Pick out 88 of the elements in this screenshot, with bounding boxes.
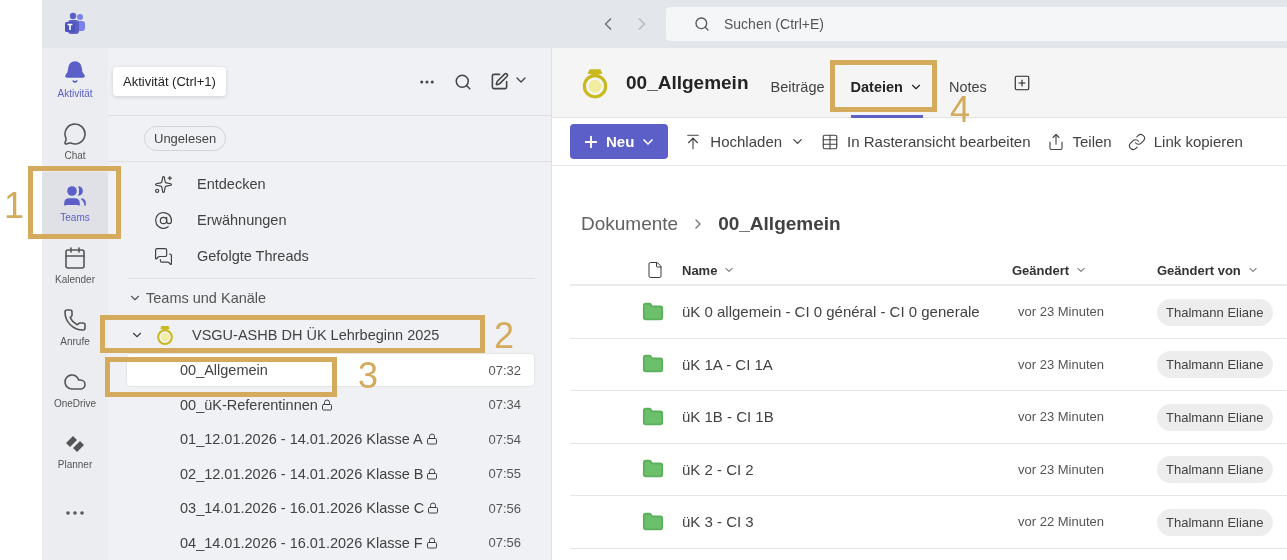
modified-cell-text: vor 23 Minuten [1018, 356, 1105, 372]
search-field[interactable]: Suchen (Ctrl+E) [666, 7, 1287, 41]
callout-number: 3 [358, 358, 379, 394]
rail-item[interactable]: Planner [42, 420, 108, 482]
modified-cell-text: vor 23 Minuten [1018, 304, 1105, 320]
rail-label: Planner [57, 458, 93, 470]
tab[interactable]: Beiträge [770, 78, 825, 95]
toolbar-button[interactable]: Link kopieren [1127, 132, 1243, 151]
grid-icon [821, 132, 840, 151]
person-chip[interactable]: Thalmann Eliane [1157, 298, 1273, 326]
file-name[interactable]: üK 1A - CI 1A [682, 355, 1018, 373]
file-name[interactable]: üK 2 - CI 2 [682, 460, 1018, 478]
breadcrumb-item[interactable]: 00_Allgemein [718, 213, 841, 235]
channel-title: 00_Allgemein [626, 71, 749, 94]
channel-name[interactable]: 00_Allgemein [180, 362, 268, 379]
toolbar-button[interactable]: In Rasteransicht bearbeiten [821, 132, 1031, 151]
tooltip: Aktivität (Ctrl+1) [113, 67, 226, 96]
search-icon [694, 16, 710, 32]
file-name[interactable]: üK 1B - CI 1B [682, 408, 1018, 426]
column-header[interactable]: Name [682, 262, 1012, 278]
modified-cell-text: vor 23 Minuten [1018, 461, 1105, 477]
file-type-icon [646, 261, 664, 279]
rail-label: Aktivität [57, 87, 93, 99]
rail-item[interactable]: OneDrive [42, 358, 108, 420]
rail-item[interactable]: Kalender [42, 234, 108, 296]
callout-number: 4 [950, 92, 971, 128]
search-placeholder: Suchen (Ctrl+E) [724, 16, 824, 32]
channel-name[interactable]: 02_12.01.2026 - 14.01.2026 Klasse B [180, 465, 424, 482]
rail-label: OneDrive [53, 397, 97, 409]
folder-icon [642, 510, 664, 533]
rail-item[interactable]: Anrufe [42, 296, 108, 358]
rail-label: Teams [60, 211, 90, 223]
at-icon [154, 210, 173, 230]
section-heading[interactable]: Teams und Kanäle [146, 290, 267, 307]
modified-cell-text: vor 23 Minuten [1018, 409, 1105, 425]
shortcut-link[interactable]: Gefolgte Threads [197, 248, 309, 264]
new-button[interactable]: Neu [570, 124, 669, 159]
file-name[interactable]: üK 0 allgemein - CI 0 général - CI 0 generale [682, 303, 1018, 321]
channel-name[interactable]: 00_üK-Referentinnen [180, 396, 318, 413]
tab[interactable]: Notes [948, 78, 987, 95]
person-chip[interactable]: Thalmann Eliane [1157, 351, 1273, 379]
search-icon[interactable] [454, 72, 472, 91]
callout-number: 2 [494, 318, 515, 354]
compose-icon[interactable] [490, 72, 509, 91]
sparkle-icon [154, 174, 173, 194]
person-chip[interactable]: Thalmann Eliane [1157, 403, 1273, 431]
channel-time: 07:54 [488, 431, 521, 447]
phone-icon [63, 307, 87, 332]
rail-item[interactable]: Aktivität [42, 48, 108, 110]
add-tab-icon[interactable] [1012, 73, 1031, 92]
rail-label: Chat [64, 149, 86, 161]
channel-name[interactable]: 04_14.01.2026 - 16.01.2026 Klasse F [180, 534, 423, 551]
app-logo[interactable] [63, 12, 87, 36]
shortcut-link[interactable]: Entdecken [197, 176, 266, 192]
team-name[interactable]: VSGU-ASHB DH ÜK Lehrbeginn 2025 [192, 327, 440, 344]
toolbar-button[interactable]: Hochladen [684, 132, 806, 151]
shortcut-link[interactable]: Erwähnungen [197, 212, 287, 228]
person-chip[interactable]: Thalmann Eliane [1157, 508, 1273, 536]
ring-icon [154, 324, 176, 347]
bell-icon [63, 59, 87, 84]
link-icon [1127, 132, 1146, 151]
channel-name[interactable]: 03_14.01.2026 - 16.01.2026 Klasse C [180, 500, 425, 517]
channel-time: 07:56 [488, 535, 521, 551]
folder-icon [642, 405, 664, 428]
rail-item[interactable]: Teams [42, 172, 108, 234]
callout-number: 1 [4, 188, 25, 224]
folder-icon [642, 300, 664, 323]
channel-time: 07:32 [488, 362, 521, 378]
share-icon [1046, 132, 1065, 151]
tab[interactable]: Dateien [850, 78, 923, 95]
rail-item[interactable]: Chat [42, 110, 108, 172]
rail-label: Anrufe [60, 335, 90, 347]
threads-icon [154, 246, 173, 266]
channel-time: 07:56 [488, 500, 521, 516]
channel-name[interactable]: 01_12.01.2026 - 14.01.2026 Klasse A [180, 431, 423, 448]
column-header[interactable]: Geändert [1012, 262, 1157, 278]
channel-time: 07:34 [488, 397, 521, 413]
breadcrumb-item[interactable]: Dokumente [581, 213, 679, 235]
channel-time: 07:55 [488, 466, 521, 482]
people-icon [63, 183, 87, 208]
column-header[interactable]: Geändert von [1157, 262, 1287, 278]
file-name[interactable]: üK 3 - CI 3 [682, 513, 1018, 531]
chat-icon [63, 121, 87, 146]
person-chip[interactable]: Thalmann Eliane [1157, 456, 1273, 484]
modified-cell-text: vor 22 Minuten [1018, 514, 1105, 530]
toolbar-button[interactable]: Teilen [1046, 132, 1112, 151]
rail-label: Kalender [55, 273, 95, 285]
calendar-icon [63, 245, 87, 270]
